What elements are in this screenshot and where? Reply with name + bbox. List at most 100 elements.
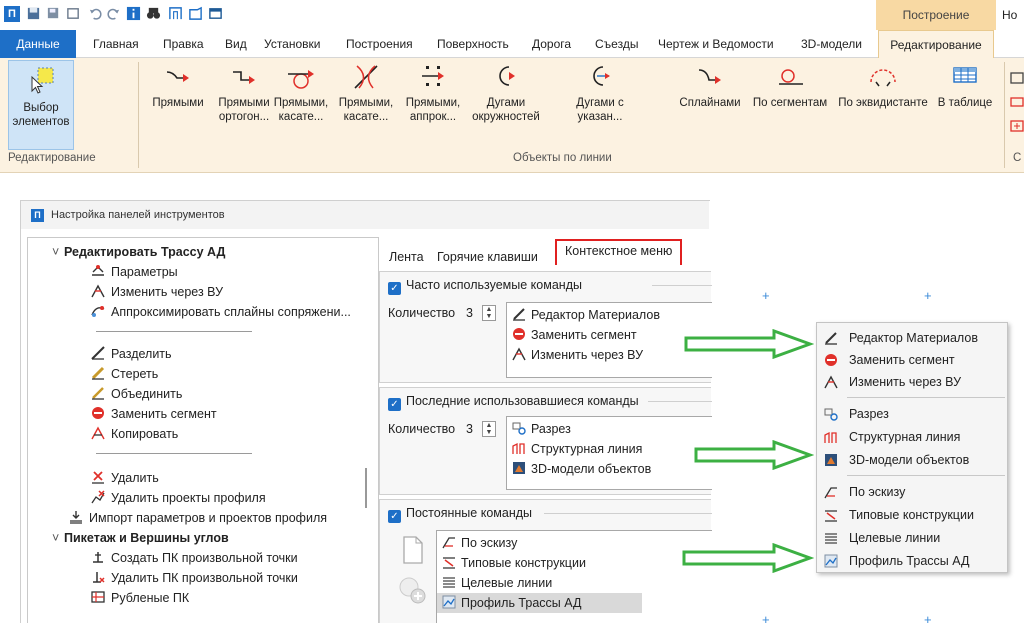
tree-item[interactable]: Стереть — [90, 364, 158, 384]
ribbon-button-tangent-lines[interactable]: Прямыми, касате... — [268, 62, 334, 124]
list-item[interactable]: Редактор Материалов — [511, 305, 660, 325]
tab-hotkeys[interactable]: Горячие клавиши — [437, 245, 538, 269]
tree-item[interactable]: Аппроксимировать сплайны сопряжени... — [90, 302, 351, 322]
context-menu-item[interactable]: 3D-модели объектов — [817, 449, 1007, 471]
context-menu-item[interactable]: Профиль Трассы АД — [817, 550, 1007, 572]
tree-item[interactable]: Создать ПК произвольной точки — [90, 548, 298, 568]
redo-icon[interactable] — [106, 6, 121, 21]
group-label-objects: Объекты по линии — [513, 152, 612, 164]
tree-item[interactable]: Разделить — [90, 344, 172, 364]
tree-scrollbar[interactable] — [365, 468, 367, 508]
context-menu-separator — [847, 475, 1005, 476]
list-item[interactable]: По эскизу — [441, 533, 517, 553]
context-menu-item[interactable]: Структурная линия — [817, 426, 1007, 448]
ribbon-button-ortho-lines[interactable]: Прямыми ортогон... — [214, 62, 274, 124]
frequent-qty-value[interactable]: 3 — [466, 306, 473, 320]
ribbon-button-label: Прямыми, касате... — [273, 97, 329, 123]
green-arrow-icon — [682, 543, 814, 573]
binoculars-icon[interactable] — [146, 6, 161, 21]
list-item[interactable]: Целевые линии — [441, 573, 552, 593]
window-icon[interactable] — [208, 6, 223, 21]
list-item[interactable]: Разрез — [511, 419, 571, 439]
tab-drawings[interactable]: Чертеж и Ведомости — [658, 30, 774, 58]
ribbon-button-segments[interactable]: По сегментам — [748, 62, 832, 110]
add-command-icon[interactable] — [396, 574, 428, 606]
ribbon-button-arcs-direction[interactable]: Дугами с указан... — [560, 62, 640, 124]
tab-exits[interactable]: Съезды — [595, 30, 638, 58]
ribbon-button-arcs[interactable]: Дугами окружностей — [466, 62, 546, 124]
ribbon-button-approx-lines[interactable]: Прямыми, аппрок... — [400, 62, 466, 124]
tab-constructions[interactable]: Построения — [346, 30, 413, 58]
tree-separator — [96, 331, 252, 332]
ribbon-small-icon[interactable] — [1010, 72, 1024, 84]
tab-view[interactable]: Вид — [225, 30, 247, 58]
context-menu-item[interactable]: Изменить через ВУ — [817, 371, 1007, 393]
tree-section-edit-route[interactable]: ˅ Редактировать Трассу АД — [52, 242, 225, 262]
tree-section-stations[interactable]: ˅ Пикетаж и Вершины углов — [52, 528, 229, 548]
list-item[interactable]: Заменить сегмент — [511, 325, 637, 345]
context-menu-item[interactable]: Целевые линии — [817, 527, 1007, 549]
list-item[interactable]: Структурная линия — [511, 439, 642, 459]
context-menu-item[interactable]: По эскизу — [817, 481, 1007, 503]
toolbar-settings-dialog: П Настройка панелей инструментов ˅ Редакт… — [20, 200, 712, 623]
frequent-qty-stepper[interactable]: ▲ ▼ — [482, 305, 496, 321]
section-icon — [824, 408, 838, 421]
ribbon-small-icon[interactable] — [1010, 96, 1024, 108]
context-menu-item[interactable]: Заменить сегмент — [817, 349, 1007, 371]
frame-corner-icon[interactable] — [188, 6, 203, 21]
context-menu-item[interactable]: Разрез — [817, 403, 1007, 425]
undo-icon[interactable] — [88, 6, 103, 21]
list-item[interactable]: 3D-модели объектов — [511, 459, 651, 479]
ribbon-button-equidistant[interactable]: По эквидистанте — [833, 62, 933, 110]
list-item[interactable]: Изменить через ВУ — [511, 345, 643, 365]
tree-item[interactable]: Изменить через ВУ — [90, 282, 223, 302]
chevron-down-icon[interactable]: ˅ — [52, 242, 64, 262]
ribbon-button-table[interactable]: В таблице — [932, 62, 998, 110]
frame-icon[interactable] — [168, 6, 183, 21]
ribbon-button-label: По сегментам — [752, 97, 828, 109]
tab-settings[interactable]: Установки — [264, 30, 320, 58]
tab-home[interactable]: Главная — [93, 30, 139, 58]
tree-item[interactable]: Удалить проекты профиля — [90, 488, 266, 508]
chevron-down-icon[interactable]: ˅ — [52, 528, 64, 548]
tab-data[interactable]: Данные — [0, 30, 76, 58]
recent-qty-value[interactable]: 3 — [466, 422, 473, 436]
save-icon[interactable] — [26, 6, 41, 21]
ribbon-button-tangent-arcs[interactable]: Прямыми, касате... — [333, 62, 399, 124]
ribbon-button-lines[interactable]: Прямыми — [143, 62, 213, 110]
ribbon-button-splines[interactable]: Сплайнами — [672, 62, 748, 110]
tab-road[interactable]: Дорога — [532, 30, 571, 58]
add-file-icon[interactable] — [396, 534, 428, 566]
recent-commands-checkbox[interactable]: ✓ Последние использовавшиеся команды — [388, 394, 639, 411]
frequent-commands-checkbox[interactable]: ✓ Часто используемые команды — [388, 278, 582, 295]
tab-context-menu[interactable]: Контекстное меню — [555, 239, 683, 265]
tree-item[interactable]: Удалить ПК произвольной точки — [90, 568, 298, 588]
tab-edit[interactable]: Правка — [163, 30, 204, 58]
contextual-tab-header-build[interactable]: Построение — [876, 0, 996, 30]
list-item-selected[interactable]: Профиль Трассы АД — [437, 593, 642, 613]
tree-item[interactable]: Копировать — [90, 424, 178, 444]
tree-item[interactable]: Импорт параметров и проектов профиля — [68, 508, 327, 528]
tree-item[interactable]: Объединить — [90, 384, 182, 404]
recent-qty-stepper[interactable]: ▲ ▼ — [482, 421, 496, 437]
info-icon[interactable] — [126, 6, 141, 21]
tangent-arcs-line-icon — [354, 65, 378, 89]
list-item[interactable]: Типовые конструкции — [441, 553, 586, 573]
ribbon-small-icon[interactable] — [1010, 120, 1024, 132]
save-as-icon[interactable] — [46, 6, 61, 21]
export-icon[interactable] — [66, 6, 81, 21]
tree-item[interactable]: Рубленые ПК — [90, 588, 189, 608]
context-menu-item[interactable]: Типовые конструкции — [817, 504, 1007, 526]
select-elements-icon — [31, 67, 54, 94]
tree-item[interactable]: Удалить — [90, 468, 159, 488]
tab-surface[interactable]: Поверхность — [437, 30, 509, 58]
select-elements-button[interactable]: Выбор элементов — [8, 60, 74, 150]
tab-3d-models[interactable]: 3D-модели — [801, 30, 862, 58]
tab-ribbon[interactable]: Лента — [389, 245, 424, 269]
tree-item[interactable]: Заменить сегмент — [90, 404, 217, 424]
permanent-commands-checkbox[interactable]: ✓ Постоянные команды — [388, 506, 532, 523]
context-menu-item[interactable]: Редактор Материалов — [817, 327, 1007, 349]
contextual-tab-header-more[interactable]: Но — [996, 0, 1024, 30]
tab-editing[interactable]: Редактирование — [878, 30, 994, 59]
tree-item[interactable]: Параметры — [90, 262, 178, 282]
